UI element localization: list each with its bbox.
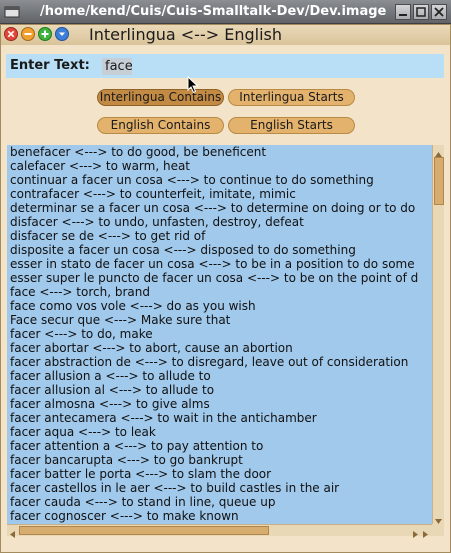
list-item[interactable]: facer abortar <---> to abort, cause an a…: [7, 341, 432, 355]
mouse-cursor-icon: [187, 75, 199, 94]
dictionary-window: Interlingua <--> English Enter Text: fac…: [0, 24, 451, 553]
list-item[interactable]: facer antecamera <---> to wait in the an…: [7, 411, 432, 425]
list-item[interactable]: esser in stato de facer un cosa <---> to…: [7, 257, 432, 271]
maximize-icon[interactable]: [413, 4, 429, 20]
resize-corner[interactable]: [432, 524, 444, 536]
list-item[interactable]: facer <---> to do, make: [7, 327, 432, 341]
list-item[interactable]: Face secur que <---> Make sure that: [7, 313, 432, 327]
os-close-icon[interactable]: [431, 4, 447, 20]
list-item[interactable]: facer castellos in le aer <---> to build…: [7, 481, 432, 495]
list-item[interactable]: disfacer se de <---> to get rid of: [7, 229, 432, 243]
window-header[interactable]: Interlingua <--> English: [1, 25, 450, 45]
list-item[interactable]: disposite a facer un cosa <---> disposed…: [7, 243, 432, 257]
close-icon[interactable]: [4, 27, 18, 41]
list-item[interactable]: benefacer <---> to do good, be beneficen…: [7, 145, 432, 159]
expand-icon[interactable]: [38, 27, 52, 41]
list-item[interactable]: facer batter le porta <---> to slam the …: [7, 467, 432, 481]
vertical-scroll-thumb[interactable]: [434, 157, 444, 205]
english-contains-button[interactable]: English Contains: [97, 117, 224, 134]
scroll-up-icon[interactable]: [433, 145, 444, 157]
list-item[interactable]: facer almosna <---> to give alms: [7, 397, 432, 411]
list-item[interactable]: facer allusion al <---> to allude to: [7, 383, 432, 397]
os-window-title: /home/kend/Cuis/Cuis-Smalltalk-Dev/Dev.i…: [40, 4, 387, 19]
list-item[interactable]: disfacer <---> to undo, unfasten, destro…: [7, 215, 432, 229]
interlingua-starts-button[interactable]: Interlingua Starts: [228, 89, 355, 106]
collapse-icon[interactable]: [21, 27, 35, 41]
list-item[interactable]: contrafacer <---> to counterfeit, imitat…: [7, 187, 432, 201]
list-item[interactable]: face como vos vole <---> do as you wish: [7, 299, 432, 313]
list-item[interactable]: facer aqua <---> to leak: [7, 425, 432, 439]
results-list[interactable]: benefacer <---> to do good, be beneficen…: [7, 145, 432, 524]
input-row: Enter Text: face: [6, 54, 444, 78]
interlingua-contains-button[interactable]: Interlingua Contains: [97, 89, 224, 106]
os-titlebar: /home/kend/Cuis/Cuis-Smalltalk-Dev/Dev.i…: [0, 0, 451, 24]
list-item[interactable]: facer bancarupta <---> to go bankrupt: [7, 453, 432, 467]
list-item[interactable]: facer attention a <---> to pay attention…: [7, 439, 432, 453]
enter-text-label: Enter Text:: [10, 58, 90, 73]
scroll-right-end-icon[interactable]: [420, 525, 431, 538]
list-item[interactable]: continuar a facer un cosa <---> to conti…: [7, 173, 432, 187]
window-title: Interlingua <--> English: [89, 25, 282, 44]
list-item[interactable]: facer cauda <---> to stand in line, queu…: [7, 495, 432, 509]
list-item[interactable]: calefacer <---> to warm, heat: [7, 159, 432, 173]
search-input[interactable]: face: [102, 58, 133, 75]
list-item[interactable]: determinar se a facer un cosa <---> to d…: [7, 201, 432, 215]
scroll-down-icon[interactable]: [433, 512, 444, 524]
list-item[interactable]: facer abstraction de <---> to disregard,…: [7, 355, 432, 369]
list-item[interactable]: esser super le puncto de facer un cosa <…: [7, 271, 432, 285]
list-item[interactable]: facer cognoscer <---> to make known: [7, 509, 432, 523]
english-starts-button[interactable]: English Starts: [228, 117, 355, 134]
vertical-scrollbar[interactable]: [432, 145, 444, 524]
menu-icon[interactable]: [55, 27, 69, 41]
minimize-icon[interactable]: [395, 4, 411, 20]
scroll-left-icon[interactable]: [7, 525, 18, 538]
list-item[interactable]: face <---> torch, brand: [7, 285, 432, 299]
window-menu-icon[interactable]: [4, 4, 20, 20]
horizontal-scroll-thumb[interactable]: [19, 526, 269, 535]
horizontal-scrollbar[interactable]: [7, 524, 432, 538]
list-item[interactable]: facer allusion a <---> to allude to: [7, 369, 432, 383]
